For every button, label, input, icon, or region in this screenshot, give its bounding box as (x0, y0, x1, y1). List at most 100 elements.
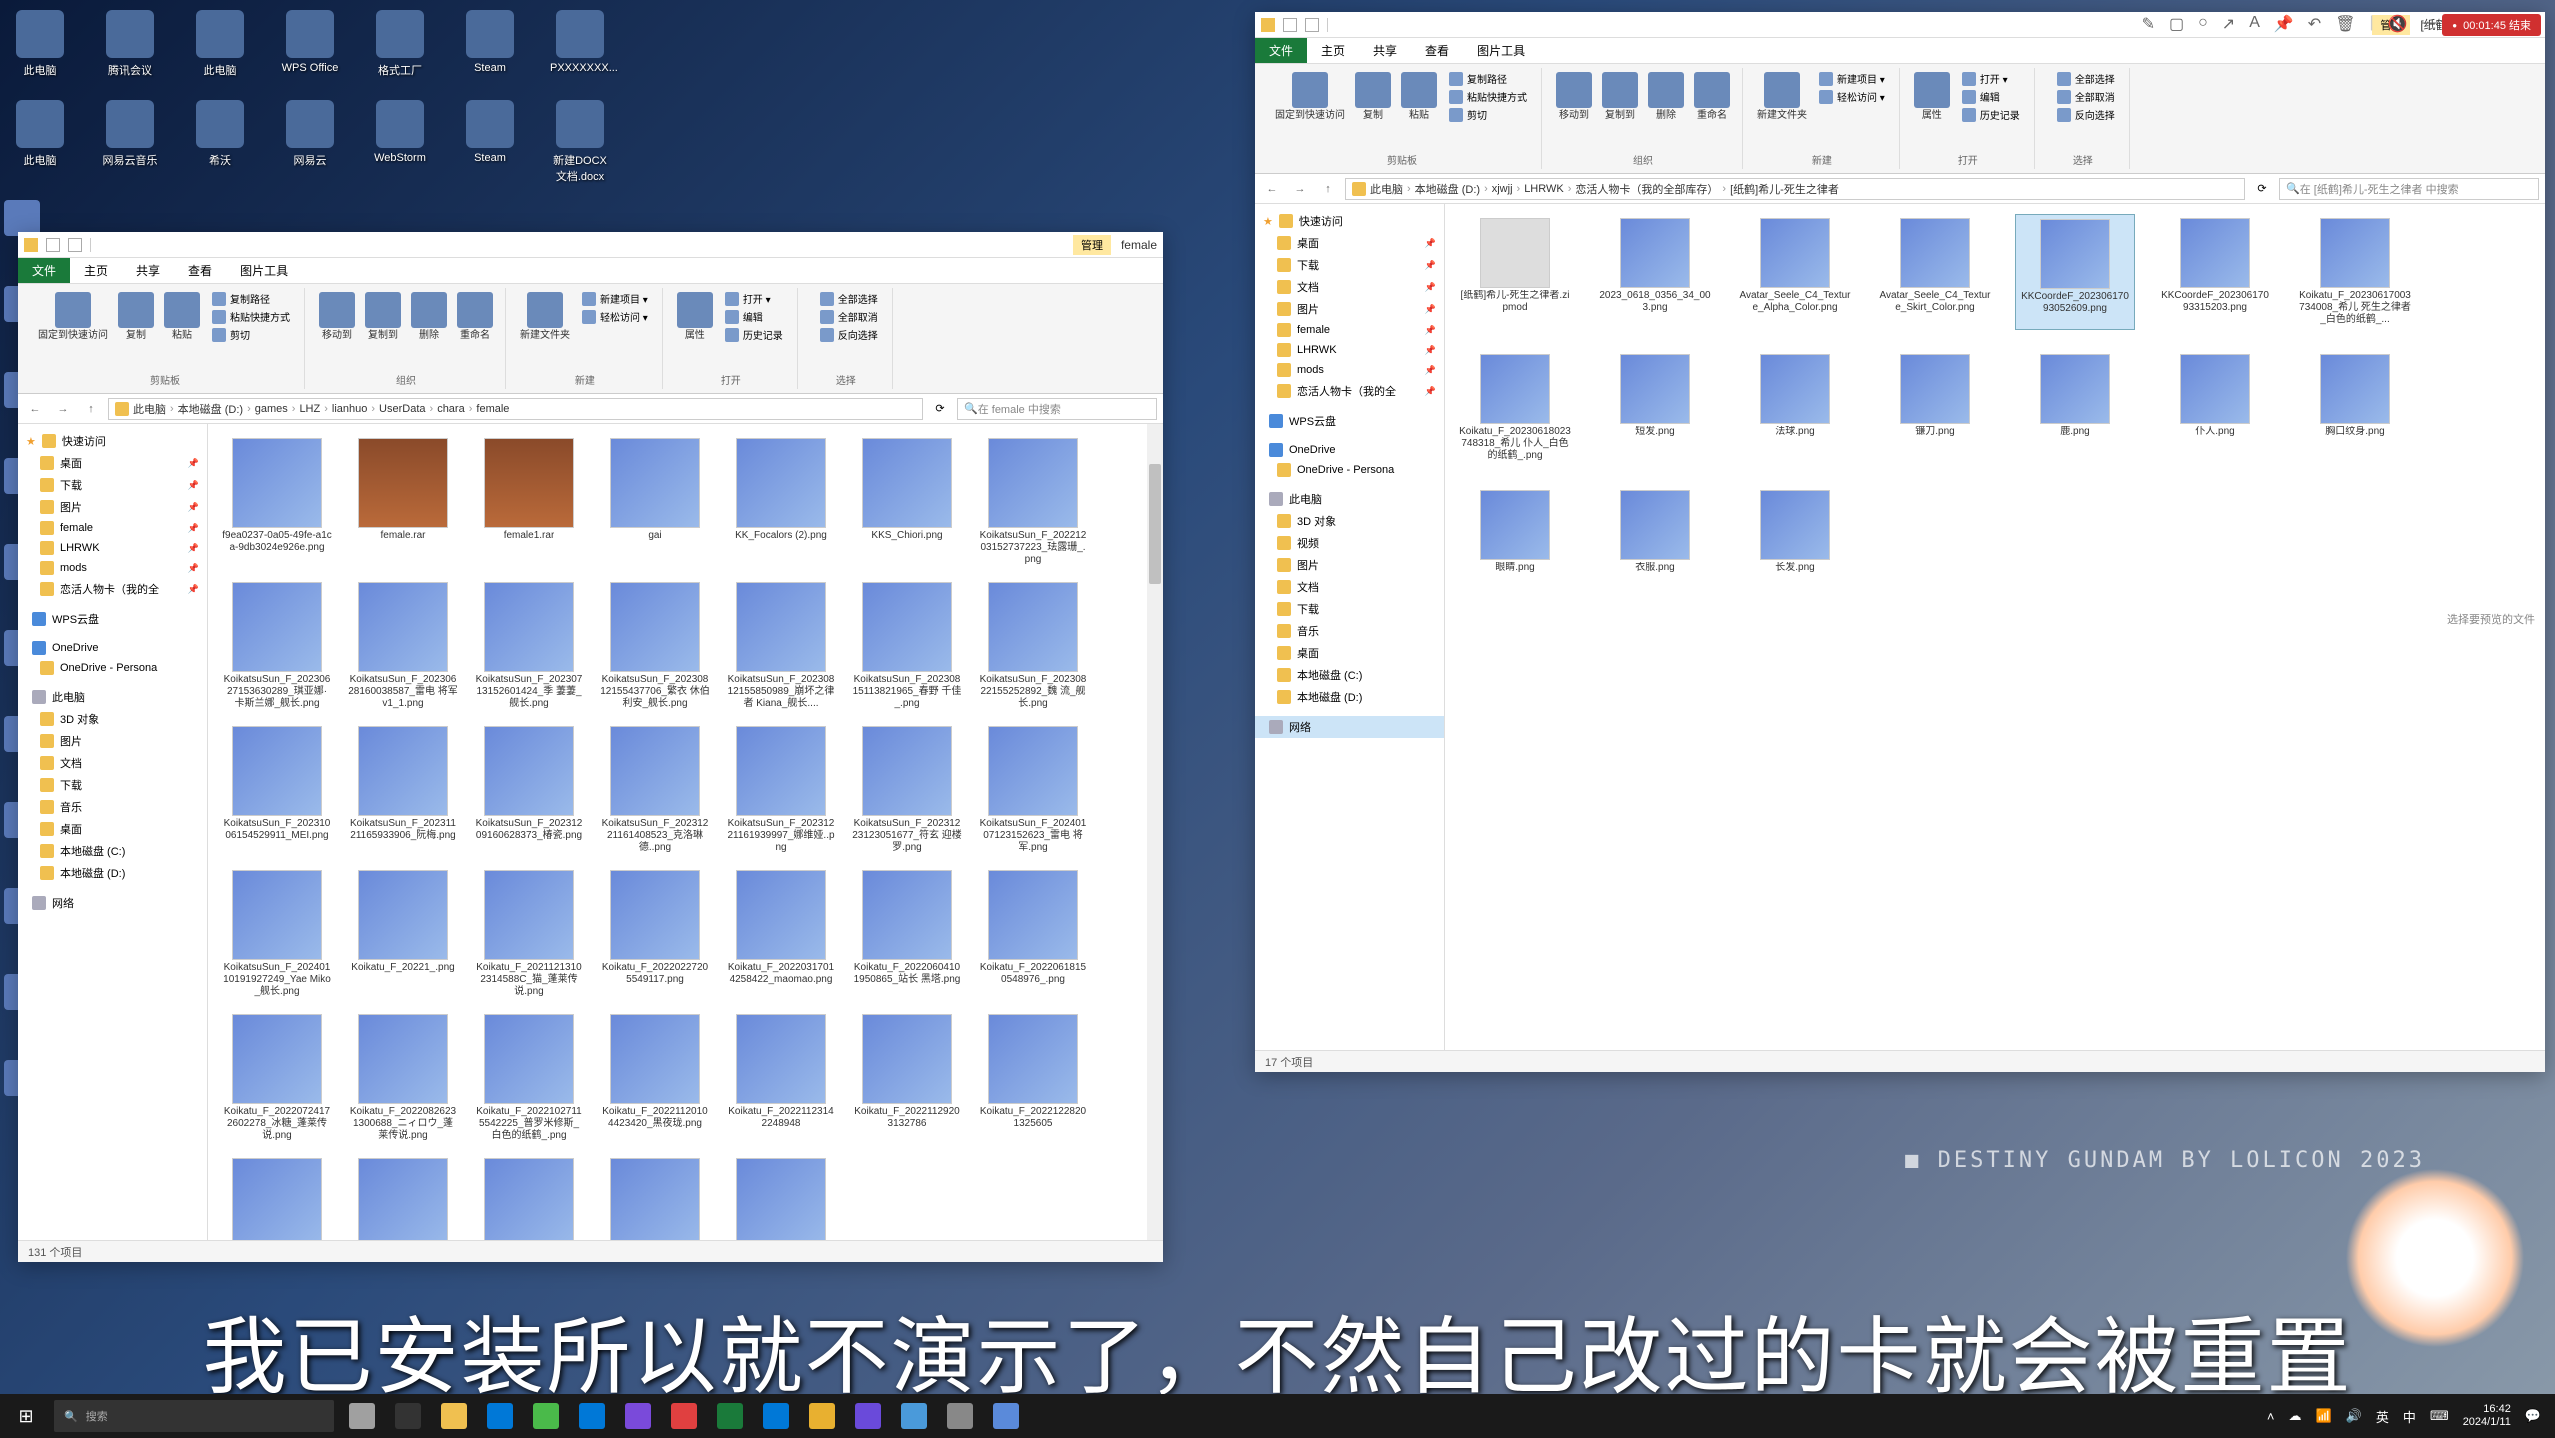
ribbon-button[interactable]: 属性 (675, 290, 715, 343)
ribbon-button[interactable]: 属性 (1912, 70, 1952, 123)
taskbar-app[interactable] (570, 1394, 614, 1438)
file-item[interactable]: KoikatsuSun_F_20230822155252892_魏 流_舰长.p… (974, 578, 1092, 714)
ribbon-small-button[interactable]: 编辑 (721, 308, 787, 325)
file-item[interactable]: Koikatu_F_20211213102314588C_猫_蓬莱传说.png (470, 866, 588, 1002)
file-item[interactable]: female1.rar (470, 434, 588, 570)
sidebar-section-header[interactable]: 此电脑 (1255, 488, 1444, 510)
ribbon-button[interactable]: 删除 (409, 290, 449, 343)
desktop-icon[interactable] (4, 200, 40, 236)
taskbar-app[interactable] (800, 1394, 844, 1438)
tray-ime-icon[interactable]: 中 (2403, 1407, 2416, 1426)
ribbon-small-button[interactable]: 剪切 (1445, 106, 1531, 123)
qa-icon[interactable] (1283, 18, 1297, 32)
sidebar-item[interactable]: 图片📌 (18, 496, 207, 518)
desktop-icon[interactable]: 此电脑 (10, 10, 70, 78)
taskbar-app[interactable] (340, 1394, 384, 1438)
sidebar-item[interactable]: 文档 (1255, 576, 1444, 598)
up-button[interactable]: ↑ (1317, 178, 1339, 200)
sidebar-item[interactable]: 3D 对象 (18, 708, 207, 730)
breadcrumb-item[interactable]: xjwjj (1492, 183, 1513, 195)
file-item[interactable]: KoikatsuSun_F_20240107123152623_雷电 将军.pn… (974, 722, 1092, 858)
file-item[interactable]: KoikatsuSun_F_20230812155437706_繁衣 休伯利安_… (596, 578, 714, 714)
file-content-area[interactable]: [纸鹤]希儿-死生之律者.zipmod2023_0618_0356_34_003… (1445, 204, 2545, 1050)
file-item[interactable]: KKS_Chiori.png (848, 434, 966, 570)
ribbon-small-button[interactable]: 粘贴快捷方式 (208, 308, 294, 325)
sidebar-item[interactable]: 本地磁盘 (D:) (18, 862, 207, 884)
file-item[interactable]: Koikatu_F_20221120104423420_黑夜珑.png (596, 1010, 714, 1146)
taskbar-app[interactable] (754, 1394, 798, 1438)
file-item[interactable]: Koikatu_F_20230115194810771 (470, 1154, 588, 1240)
sidebar-item[interactable]: 桌面 (18, 818, 207, 840)
sidebar-item[interactable]: 音乐 (1255, 620, 1444, 642)
file-item[interactable]: Koikatu_F_20220724172602278_冰糖_蓬莱传说.png (218, 1010, 336, 1146)
file-item[interactable]: 长发.png (1735, 486, 1855, 578)
sidebar-item[interactable]: 图片 (18, 730, 207, 752)
sidebar-item[interactable]: female📌 (1255, 320, 1444, 340)
search-input[interactable]: 🔍 在 female 中搜索 (957, 398, 1157, 420)
breadcrumb-item[interactable]: 此电脑 (133, 401, 166, 417)
sidebar-item[interactable]: 恋活人物卡（我的全📌 (1255, 380, 1444, 402)
file-item[interactable]: KoikatsuSun_F_20231209160628373_椿瓷.png (470, 722, 588, 858)
circle-icon[interactable]: ○ (2198, 14, 2208, 34)
ribbon-button[interactable]: 新建文件夹 (1755, 70, 1809, 123)
sidebar-item[interactable]: 视频 (1255, 532, 1444, 554)
qa-icon[interactable] (46, 238, 60, 252)
pin-icon[interactable]: 📌 (2274, 14, 2294, 34)
sidebar-item[interactable]: 文档 (18, 752, 207, 774)
sidebar-item[interactable]: OneDrive - Persona (1255, 460, 1444, 480)
desktop-icon[interactable]: Steam (460, 100, 520, 184)
arrow-icon[interactable]: ↗ (2222, 14, 2235, 34)
ribbon-small-button[interactable]: 编辑 (1958, 88, 2024, 105)
ribbon-small-button[interactable]: 反向选择 (816, 326, 882, 343)
sidebar-item[interactable]: 桌面 (1255, 642, 1444, 664)
file-item[interactable]: KoikatsuSun_F_20230815113821965_春野 千佳_.p… (848, 578, 966, 714)
qa-icon[interactable] (68, 238, 82, 252)
sidebar-item[interactable]: 下载 (18, 774, 207, 796)
ribbon-button[interactable]: 粘贴 (162, 290, 202, 343)
menu-tab[interactable]: 共享 (122, 258, 174, 283)
ribbon-small-button[interactable]: 全部取消 (2053, 88, 2119, 105)
ribbon-small-button[interactable]: 粘贴快捷方式 (1445, 88, 1531, 105)
file-item[interactable]: Koikatu_F_20230618023748318_希儿 仆人_白色的纸鹤_… (1455, 350, 1575, 466)
menu-tab[interactable]: 文件 (1255, 38, 1307, 63)
file-item[interactable]: Koikatu_F_20230215005452125 (722, 1154, 840, 1240)
file-item[interactable]: Koikatu_F_20221123142248948 (722, 1010, 840, 1146)
file-item[interactable]: Koikatu_F_20220618150548976_.png (974, 866, 1092, 1002)
sidebar-item[interactable]: 本地磁盘 (C:) (18, 840, 207, 862)
file-item[interactable]: Koikatu_F_20221129203132786 (848, 1010, 966, 1146)
file-item[interactable]: KoikatsuSun_F_20231006154529911_MEI.png (218, 722, 336, 858)
sidebar-item[interactable]: 图片📌 (1255, 298, 1444, 320)
breadcrumb-path[interactable]: 此电脑›本地磁盘 (D:)›xjwjj›LHRWK›恋活人物卡（我的全部库存）›… (1345, 178, 2245, 200)
file-item[interactable]: 衣服.png (1595, 486, 1715, 578)
breadcrumb-item[interactable]: 恋活人物卡（我的全部库存） (1575, 181, 1718, 197)
ribbon-button[interactable]: 复制到 (1600, 70, 1640, 123)
desktop-icon[interactable]: 新建DOCX文档.docx (550, 100, 610, 184)
ribbon-small-button[interactable]: 复制路径 (1445, 70, 1531, 87)
file-item[interactable]: 法球.png (1735, 350, 1855, 466)
ribbon-button[interactable]: 固定到快速访问 (36, 290, 110, 343)
ribbon-small-button[interactable]: 剪切 (208, 326, 294, 343)
sidebar-item[interactable]: mods📌 (18, 558, 207, 578)
tray-keyboard-icon[interactable]: ⌨ (2430, 1408, 2449, 1424)
up-button[interactable]: ↑ (80, 398, 102, 420)
sidebar-item[interactable]: LHRWK📌 (18, 538, 207, 558)
menu-tab[interactable]: 查看 (1411, 38, 1463, 63)
ribbon-small-button[interactable]: 打开 ▾ (1958, 70, 2024, 87)
ribbon-button[interactable]: 复制 (116, 290, 156, 343)
sidebar-item[interactable]: 下载📌 (1255, 254, 1444, 276)
sidebar-section-header[interactable]: ★快速访问 (1255, 210, 1444, 232)
desktop-icon[interactable]: Steam (460, 10, 520, 78)
desktop-icon[interactable]: 希沃 (190, 100, 250, 184)
desktop-icon[interactable]: 腾讯会议 (100, 10, 160, 78)
sidebar-item[interactable]: 文档📌 (1255, 276, 1444, 298)
ribbon-small-button[interactable]: 打开 ▾ (721, 290, 787, 307)
taskbar-app[interactable] (662, 1394, 706, 1438)
breadcrumb-item[interactable]: lianhuo (332, 403, 367, 415)
file-item[interactable]: Avatar_Seele_C4_Texture_Skirt_Color.png (1875, 214, 1995, 330)
file-item[interactable]: 2023_0618_0356_34_003.png (1595, 214, 1715, 330)
sidebar-section-header[interactable]: OneDrive (1255, 440, 1444, 460)
menu-tab[interactable]: 图片工具 (226, 258, 302, 283)
file-item[interactable]: gai (596, 434, 714, 570)
breadcrumb-path[interactable]: 此电脑›本地磁盘 (D:)›games›LHZ›lianhuo›UserData… (108, 398, 923, 420)
ribbon-small-button[interactable]: 轻松访问 ▾ (578, 308, 652, 325)
